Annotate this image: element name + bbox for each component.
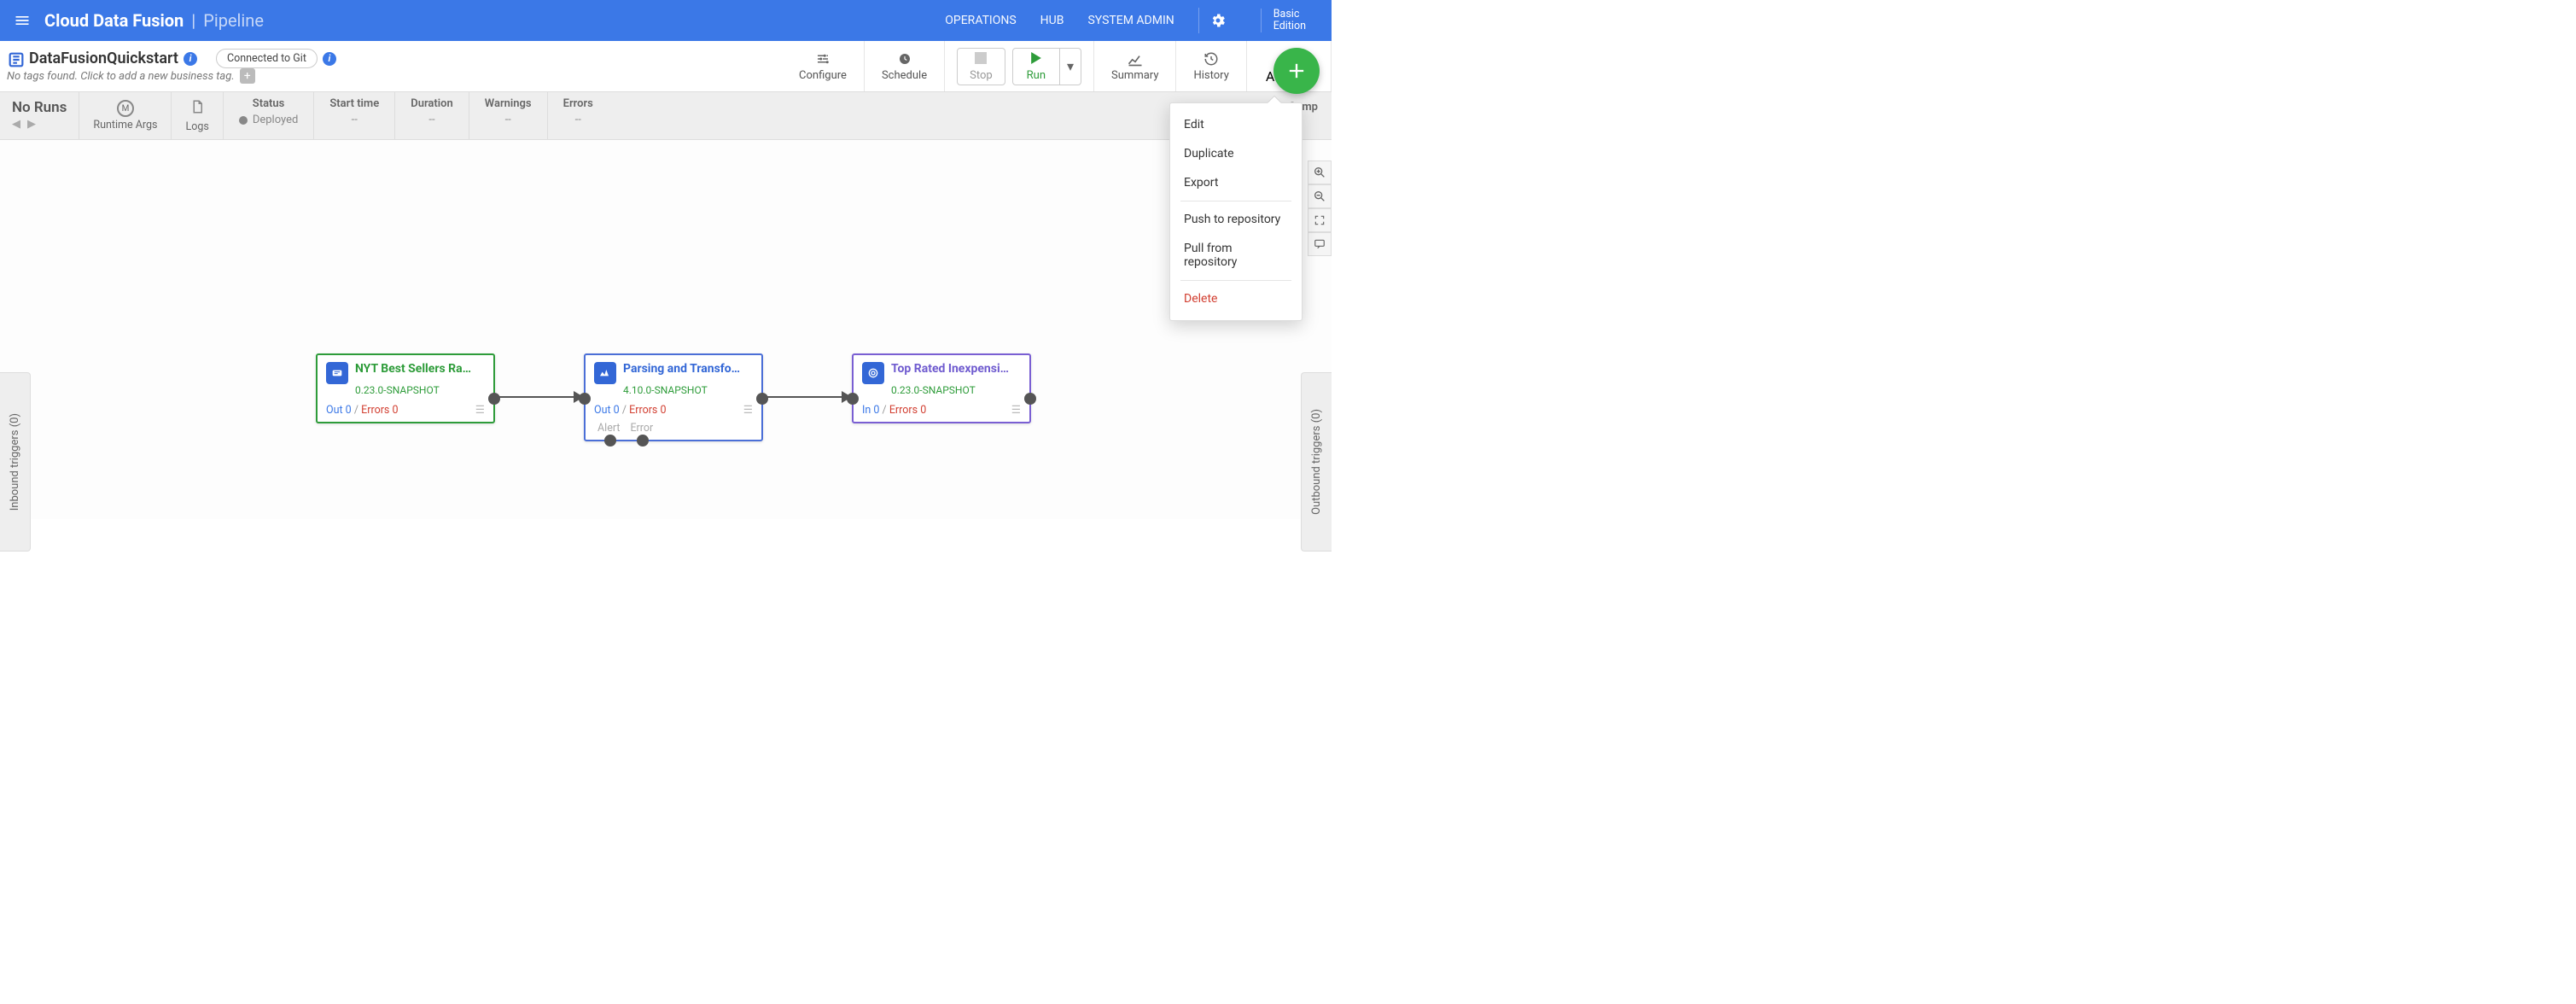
errors-cell: Errors -- — [547, 92, 609, 139]
comments-icon[interactable] — [1308, 232, 1332, 256]
schedule-button[interactable]: Schedule — [864, 41, 944, 91]
brand-sub: Pipeline — [203, 10, 264, 31]
node-version: 0.23.0-SNAPSHOT — [318, 384, 493, 400]
history-button[interactable]: History — [1175, 41, 1245, 91]
dropdown-push[interactable]: Push to repository — [1170, 205, 1302, 234]
runtime-args-button[interactable]: M Runtime Args — [79, 92, 171, 139]
git-status[interactable]: Connected to Git — [216, 49, 318, 68]
brand-main: Cloud Data Fusion — [44, 10, 184, 31]
node-menu-icon[interactable]: ☰ — [1011, 403, 1021, 417]
dropdown-pull[interactable]: Pull from repository — [1170, 234, 1302, 277]
nav-sysadmin[interactable]: SYSTEM ADMIN — [1087, 14, 1174, 27]
dropdown-duplicate[interactable]: Duplicate — [1170, 139, 1302, 168]
pipeline-bar: DataFusionQuickstart i Connected to Git … — [0, 41, 1332, 92]
menu-icon[interactable] — [9, 7, 36, 34]
tags-hint[interactable]: No tags found. Click to add a new busine… — [7, 70, 235, 83]
nav-hub[interactable]: HUB — [1040, 14, 1064, 27]
sliders-icon — [815, 50, 830, 67]
summary-button[interactable]: Summary — [1093, 41, 1175, 91]
node-title: Top Rated Inexpensi… — [891, 362, 1009, 376]
pipeline-icon — [7, 50, 24, 67]
next-run-icon[interactable]: ▶ — [27, 118, 36, 131]
input-port[interactable] — [847, 393, 859, 405]
canvas-tools — [1308, 161, 1332, 256]
alert-port[interactable] — [604, 435, 616, 447]
node-transform[interactable]: Parsing and Transfo… 4.10.0-SNAPSHOT Out… — [584, 353, 763, 441]
runtime-args-icon: M — [117, 100, 134, 117]
sink-node-icon — [862, 362, 884, 384]
node-error-label: Error — [630, 422, 653, 435]
stop-icon — [975, 51, 987, 67]
dropdown-edit[interactable]: Edit — [1170, 110, 1302, 139]
connector — [493, 396, 575, 398]
zoom-in-icon[interactable] — [1308, 161, 1332, 184]
play-icon — [1030, 51, 1042, 67]
dropdown-caret-icon — [1268, 96, 1281, 103]
edition-label: Basic Edition — [1261, 9, 1306, 33]
dropdown-separator — [1180, 280, 1291, 281]
node-alert-label: Alert — [597, 422, 620, 435]
error-port[interactable] — [637, 435, 649, 447]
top-bar: Cloud Data Fusion | Pipeline OPERATIONS … — [0, 0, 1332, 41]
info-icon[interactable]: i — [184, 52, 197, 66]
source-node-icon — [326, 362, 348, 384]
node-sink[interactable]: Top Rated Inexpensi… 0.23.0-SNAPSHOT In … — [852, 353, 1031, 423]
top-links: OPERATIONS HUB SYSTEM ADMIN Basic Editio… — [945, 8, 1306, 33]
dropdown-export[interactable]: Export — [1170, 168, 1302, 197]
history-icon — [1203, 50, 1220, 67]
dropdown-delete[interactable]: Delete — [1170, 284, 1302, 313]
outbound-triggers-handle[interactable]: Outbound triggers (0) — [1301, 372, 1332, 552]
node-title: Parsing and Transfo… — [623, 362, 740, 376]
transform-node-icon — [594, 362, 616, 384]
chart-icon — [1127, 50, 1144, 67]
git-info-icon[interactable]: i — [323, 52, 336, 66]
node-menu-icon[interactable]: ☰ — [743, 403, 753, 417]
zoom-out-icon[interactable] — [1308, 184, 1332, 208]
output-port[interactable] — [1024, 393, 1036, 405]
settings-icon[interactable] — [1198, 8, 1237, 33]
add-tag-button[interactable]: + — [240, 68, 255, 84]
output-port[interactable] — [488, 393, 500, 405]
logs-button[interactable]: Logs — [171, 92, 222, 139]
prev-run-icon[interactable]: ◀ — [12, 118, 20, 131]
pipeline-name[interactable]: DataFusionQuickstart — [29, 50, 178, 67]
status-dot-icon — [239, 116, 248, 125]
connector — [761, 396, 843, 398]
logs-icon — [189, 98, 205, 119]
actions-dropdown: Edit Duplicate Export Push to repository… — [1169, 102, 1303, 321]
inbound-triggers-handle[interactable]: Inbound triggers (0) — [0, 372, 31, 552]
output-port[interactable] — [756, 393, 768, 405]
node-menu-icon[interactable]: ☰ — [475, 403, 485, 417]
input-port[interactable] — [579, 393, 591, 405]
canvas[interactable]: Inbound triggers (0) Outbound triggers (… — [0, 140, 1332, 519]
run-button[interactable]: Run ▾ — [1012, 48, 1081, 85]
node-title: NYT Best Sellers Ra… — [355, 362, 471, 376]
fit-icon[interactable] — [1308, 208, 1332, 232]
run-caret[interactable]: ▾ — [1059, 49, 1081, 85]
nav-operations[interactable]: OPERATIONS — [945, 14, 1016, 27]
status-cell: Status Deployed — [223, 92, 314, 139]
clock-icon — [897, 50, 912, 67]
add-pipeline-button[interactable] — [1273, 48, 1320, 94]
stop-button[interactable]: Stop — [957, 48, 1005, 85]
node-source[interactable]: NYT Best Sellers Ra… 0.23.0-SNAPSHOT Out… — [316, 353, 495, 423]
brand: Cloud Data Fusion | Pipeline — [44, 10, 264, 31]
duration-cell: Duration -- — [394, 92, 469, 139]
node-version: 4.10.0-SNAPSHOT — [586, 384, 761, 400]
run-selector[interactable]: No Runs — [0, 92, 79, 116]
starttime-cell: Start time -- — [313, 92, 394, 139]
configure-button[interactable]: Configure — [782, 41, 864, 91]
status-strip: No Runs ◀ ▶ M Runtime Args Logs Status D… — [0, 92, 1332, 140]
warnings-cell: Warnings -- — [469, 92, 547, 139]
node-version: 0.23.0-SNAPSHOT — [854, 384, 1029, 400]
